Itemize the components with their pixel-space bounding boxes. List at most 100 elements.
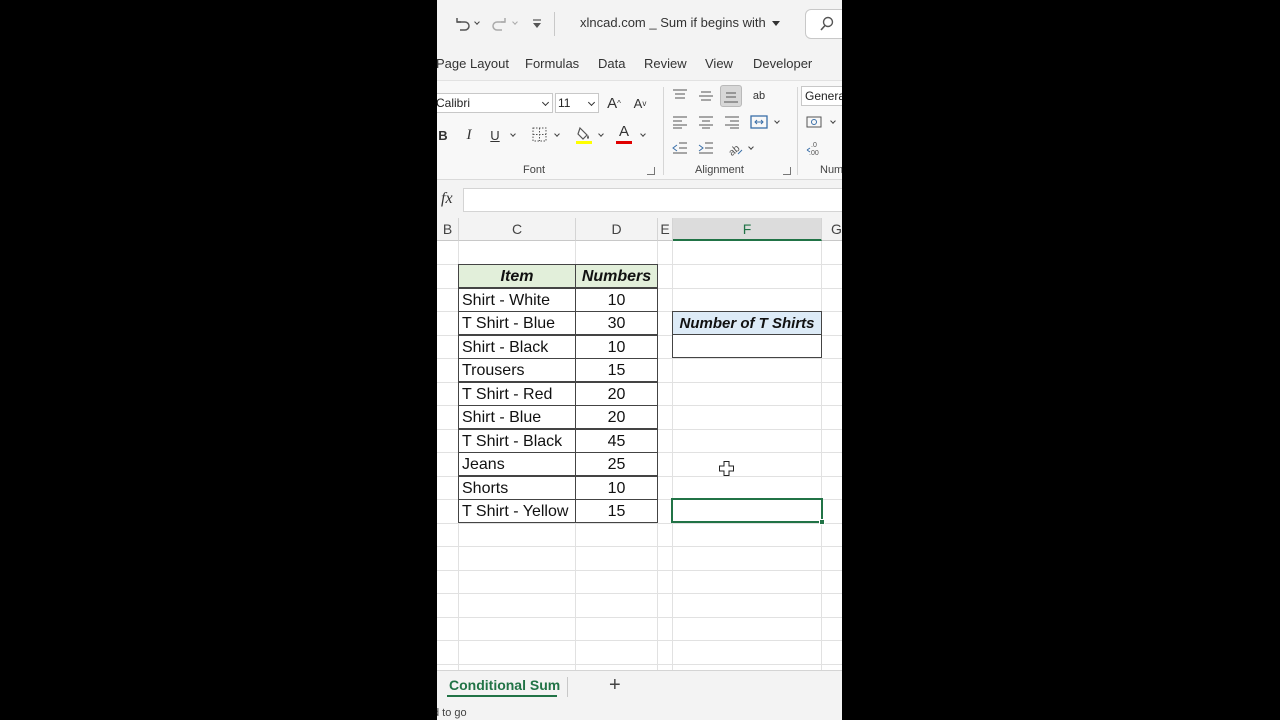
- document-title[interactable]: xlncad.com _ Sum if begins with: [580, 15, 780, 30]
- table-cell-number[interactable]: 20: [575, 382, 658, 406]
- italic-button[interactable]: I: [461, 125, 477, 145]
- table-cell-item[interactable]: T Shirt - Yellow: [458, 499, 576, 523]
- redo-dropdown-icon[interactable]: [512, 19, 518, 25]
- table-cell-item[interactable]: Shirt - Black: [458, 335, 576, 359]
- font-color-dropdown-icon[interactable]: [640, 131, 646, 137]
- merge-center-button[interactable]: [749, 113, 769, 131]
- table-cell-item[interactable]: Jeans: [458, 452, 576, 476]
- align-right-icon: [725, 116, 739, 129]
- table-cell-number[interactable]: 25: [575, 452, 658, 476]
- table-cell-item[interactable]: T Shirt - Blue: [458, 311, 576, 335]
- status-bar: d to go: [437, 704, 842, 720]
- accounting-dropdown-icon[interactable]: [830, 118, 836, 124]
- group-separator: [663, 87, 664, 175]
- table-cell-number[interactable]: 10: [575, 476, 658, 500]
- undo-icon[interactable]: [451, 12, 473, 36]
- table-cell-number[interactable]: 15: [575, 499, 658, 523]
- tab-developer[interactable]: Developer: [753, 56, 812, 71]
- underline-dropdown-icon[interactable]: [510, 131, 516, 137]
- column-header-f[interactable]: F: [673, 218, 822, 241]
- decrease-indent-button[interactable]: [671, 139, 689, 157]
- gridline: [437, 664, 842, 665]
- table-header-item[interactable]: Item: [458, 264, 576, 288]
- tab-page-layout[interactable]: Page Layout: [437, 56, 509, 71]
- increase-font-icon: A: [607, 94, 618, 112]
- table-cell-item[interactable]: T Shirt - Black: [458, 429, 576, 453]
- search-box[interactable]: [805, 9, 842, 39]
- merge-dropdown-icon[interactable]: [774, 118, 780, 124]
- selected-cell[interactable]: [671, 498, 825, 525]
- table-cell-number[interactable]: 20: [575, 405, 658, 429]
- fill-handle[interactable]: [819, 519, 825, 525]
- number-format-value: General: [805, 89, 842, 103]
- increase-indent-icon: [698, 142, 713, 154]
- fill-color-button[interactable]: [575, 125, 593, 145]
- table-cell-number[interactable]: 10: [575, 288, 658, 312]
- add-sheet-icon[interactable]: +: [609, 674, 621, 697]
- decrease-font-size-button[interactable]: Av: [629, 92, 651, 114]
- redo-icon[interactable]: [489, 12, 511, 36]
- tab-review[interactable]: Review: [644, 56, 687, 71]
- alignment-dialog-launcher-icon[interactable]: [783, 167, 791, 175]
- formula-input[interactable]: [463, 188, 842, 212]
- table-cell-number[interactable]: 30: [575, 311, 658, 335]
- table-cell-item[interactable]: Trousers: [458, 358, 576, 382]
- align-center-button[interactable]: [697, 113, 715, 131]
- column-header-g[interactable]: G: [822, 218, 842, 241]
- sheet-separator: [567, 677, 568, 697]
- orientation-button[interactable]: ab: [725, 138, 745, 158]
- accounting-format-button[interactable]: [805, 113, 825, 131]
- increase-decimal-icon: .0.00: [806, 142, 819, 156]
- merge-center-icon: [750, 115, 768, 129]
- font-size-select[interactable]: 11: [555, 93, 599, 113]
- worksheet-grid[interactable]: B C D E F G Item Numbers Shirt - White 1…: [437, 218, 842, 670]
- table-cell-item[interactable]: T Shirt - Red: [458, 382, 576, 406]
- gridline: [437, 546, 842, 547]
- tab-view[interactable]: View: [705, 56, 733, 71]
- sheet-tab-conditional-sum[interactable]: Conditional Sum: [449, 677, 560, 693]
- result-header[interactable]: Number of T Shirts: [672, 311, 822, 335]
- top-align-button[interactable]: [671, 87, 689, 105]
- table-header-numbers[interactable]: Numbers: [575, 264, 658, 288]
- bold-button[interactable]: B: [437, 125, 451, 145]
- font-dialog-launcher-icon[interactable]: [647, 167, 655, 175]
- column-header-d[interactable]: D: [576, 218, 658, 241]
- column-header-c[interactable]: C: [459, 218, 576, 241]
- middle-align-icon: [699, 91, 713, 101]
- tab-formulas[interactable]: Formulas: [525, 56, 579, 71]
- gridline: [437, 570, 842, 571]
- borders-dropdown-icon[interactable]: [554, 131, 560, 137]
- bottom-align-button[interactable]: [720, 85, 742, 107]
- column-header-e[interactable]: E: [658, 218, 673, 241]
- table-cell-number[interactable]: 45: [575, 429, 658, 453]
- tab-data[interactable]: Data: [598, 56, 625, 71]
- middle-align-button[interactable]: [697, 87, 715, 105]
- increase-font-size-button[interactable]: A ^: [603, 92, 625, 114]
- fill-color-icon: [576, 126, 592, 144]
- align-right-button[interactable]: [723, 113, 741, 131]
- result-cell[interactable]: [672, 334, 822, 358]
- fill-color-dropdown-icon[interactable]: [598, 131, 604, 137]
- decrease-font-icon: A: [633, 95, 643, 111]
- align-left-button[interactable]: [671, 113, 689, 131]
- increase-decimal-button[interactable]: .0.00: [805, 139, 825, 157]
- svg-text:ab: ab: [727, 143, 743, 156]
- table-cell-number[interactable]: 10: [575, 335, 658, 359]
- increase-indent-button[interactable]: [697, 139, 715, 157]
- wrap-text-button[interactable]: ab: [749, 85, 769, 107]
- column-header-b[interactable]: B: [437, 218, 459, 241]
- font-color-button[interactable]: A: [615, 123, 633, 145]
- function-icon[interactable]: fx: [441, 190, 453, 208]
- table-cell-item[interactable]: Shirt - White: [458, 288, 576, 312]
- borders-button[interactable]: [531, 126, 547, 142]
- undo-dropdown-icon[interactable]: [474, 19, 480, 25]
- table-cell-number[interactable]: 15: [575, 358, 658, 382]
- table-cell-item[interactable]: Shorts: [458, 476, 576, 500]
- chevron-down-icon: [771, 21, 780, 27]
- underline-button[interactable]: U: [487, 125, 503, 145]
- orientation-dropdown-icon[interactable]: [748, 144, 754, 150]
- table-cell-item[interactable]: Shirt - Blue: [458, 405, 576, 429]
- font-name-select[interactable]: Calibri: [437, 93, 553, 113]
- number-format-select[interactable]: General: [801, 86, 842, 106]
- customize-toolbar-icon[interactable]: [529, 12, 545, 36]
